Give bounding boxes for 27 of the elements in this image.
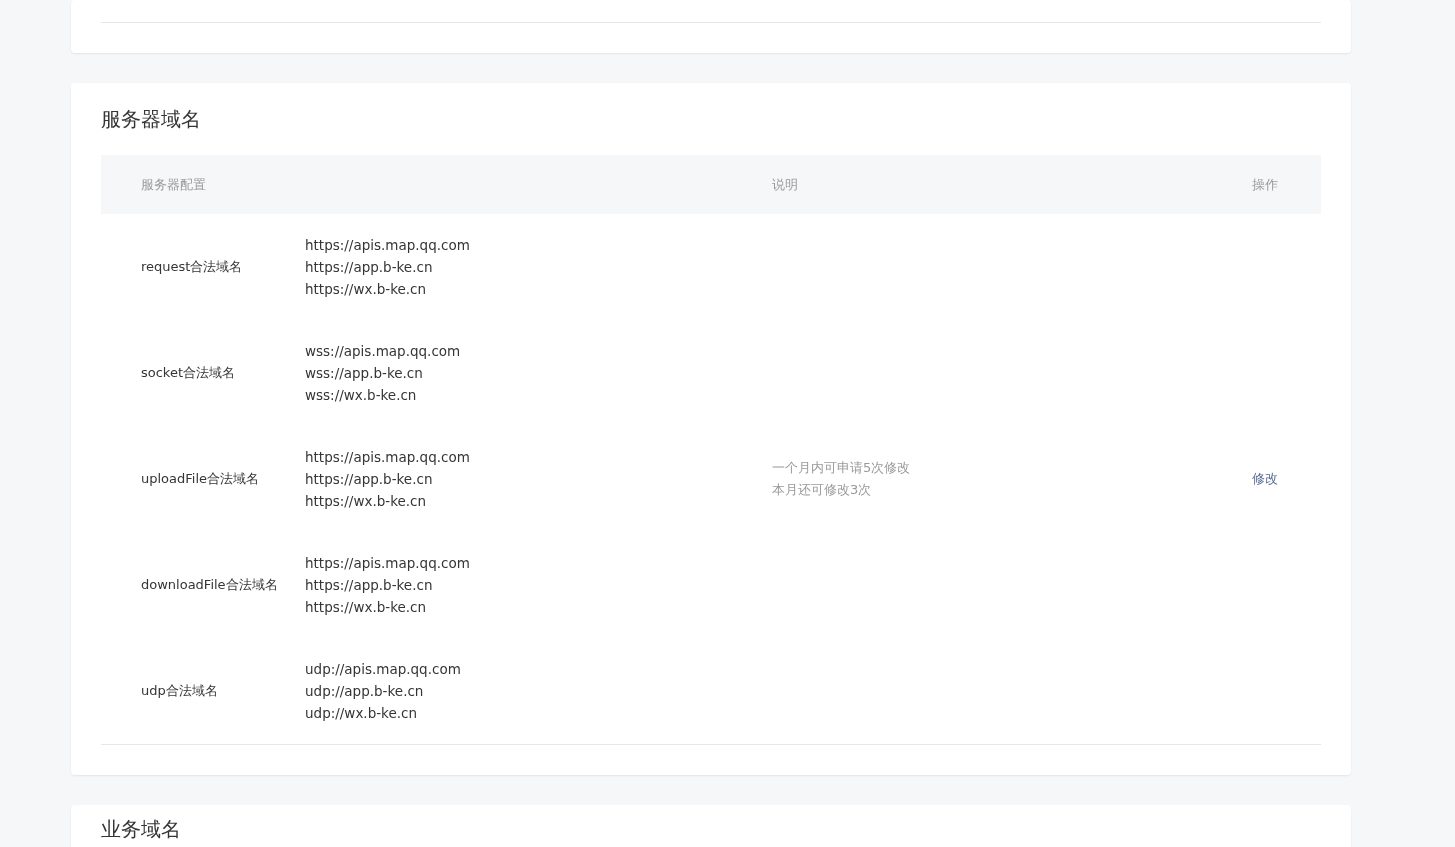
domain-url: https://app.b-ke.cn: [305, 258, 434, 277]
domain-url: https://apis.map.qq.com: [305, 236, 471, 255]
modify-link[interactable]: 修改: [1252, 470, 1278, 488]
domain-type-label: socket合法域名: [141, 364, 237, 382]
domain-url: https://apis.map.qq.com: [305, 554, 471, 573]
domain-url: https://wx.b-ke.cn: [305, 280, 428, 299]
domain-url: https://wx.b-ke.cn: [305, 598, 428, 617]
domain-url: https://apis.map.qq.com: [305, 448, 471, 467]
domain-type-label: udp合法域名: [141, 682, 219, 700]
domain-url: udp://app.b-ke.cn: [305, 682, 425, 701]
column-header: 说明: [772, 175, 799, 194]
domain-url: wss://apis.map.qq.com: [305, 342, 462, 361]
domain-url: wss://wx.b-ke.cn: [305, 386, 418, 405]
domain-type-label: request合法域名: [141, 258, 244, 276]
domain-url: https://app.b-ke.cn: [305, 470, 434, 489]
domain-type-label: downloadFile合法域名: [141, 576, 279, 594]
domain-url: https://wx.b-ke.cn: [305, 492, 428, 511]
column-header: 操作: [1252, 175, 1279, 194]
description-text: 本月还可修改3次: [772, 481, 873, 499]
domain-url: https://app.b-ke.cn: [305, 576, 434, 595]
section-title: 业务域名: [101, 817, 182, 841]
domain-type-label: uploadFile合法域名: [141, 470, 261, 488]
column-header: 服务器配置: [140, 175, 207, 194]
domain-url: udp://apis.map.qq.com: [305, 660, 462, 679]
domain-url: udp://wx.b-ke.cn: [305, 704, 418, 723]
domain-url: wss://app.b-ke.cn: [305, 364, 424, 383]
section-title: 服务器域名: [101, 107, 202, 131]
